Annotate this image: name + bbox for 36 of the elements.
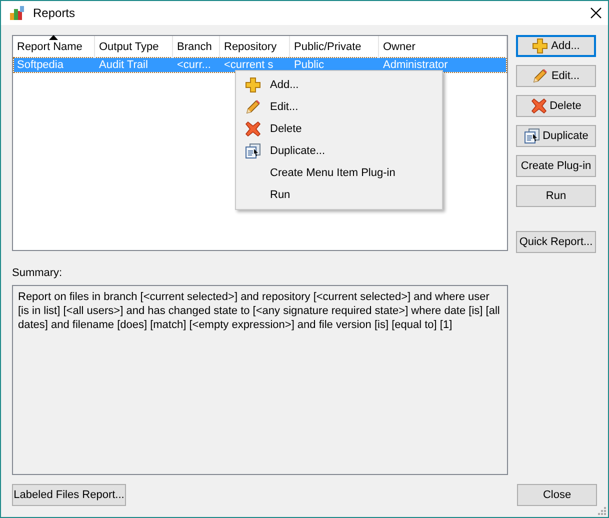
menu-item[interactable]: Edit...: [236, 96, 442, 118]
table-cell-text: <curr...: [176, 58, 212, 72]
action-button[interactable]: Edit...: [516, 65, 596, 87]
summary-label: Summary:: [12, 267, 64, 279]
duplicate-icon: [524, 128, 540, 144]
close-button[interactable]: Close: [517, 484, 597, 506]
table-cell-text: Public: [293, 58, 325, 72]
action-button[interactable]: Quick Report...: [516, 231, 596, 253]
labeled-files-report-button[interactable]: Labeled Files Report...: [12, 484, 126, 506]
action-button[interactable]: Run: [516, 185, 596, 207]
bar-chart-icon: [9, 5, 25, 21]
delete-icon: [530, 98, 547, 114]
action-button[interactable]: Duplicate: [516, 125, 596, 147]
action-button[interactable]: Add...: [516, 35, 596, 57]
table-cell-text: Administrator: [382, 58, 449, 72]
menu-item[interactable]: Create Menu Item Plug-in: [236, 162, 442, 184]
summary-text: Report on files in branch [<current selected>] and repository [<current selected>] and where user [is in list] [<all users>] and has changed state to [<any signature required state>] where date [is] [all dates] and filename [does] [match] [<empty expression>] and file version [is] [equal to] [1]: [12, 285, 508, 475]
resize-grip-icon[interactable]: [598, 507, 606, 515]
reports-list[interactable]: Report Name Output Type Branch Repository Public/Private Owner Softpedia Audit Trail <curr... <current s Public Administrator Add... Edit... Delete Duplicate... Create Menu Item Plug-in Run: [12, 35, 508, 251]
action-button[interactable]: Create Plug-in: [516, 155, 596, 177]
table-cell-text: Softpedia: [16, 58, 64, 72]
plus-icon: [532, 38, 548, 54]
pencil-icon: [245, 99, 261, 115]
table-cell-text: <current s: [223, 58, 274, 72]
action-button[interactable]: Delete: [516, 95, 596, 117]
window-title: Reports: [33, 6, 76, 20]
plus-icon: [245, 77, 261, 93]
menu-item[interactable]: Add...: [236, 74, 442, 96]
table-cell-text: Audit Trail: [98, 58, 149, 72]
menu-item[interactable]: Duplicate...: [236, 140, 442, 162]
pencil-icon: [532, 68, 548, 84]
menu-item[interactable]: Run: [236, 184, 442, 206]
close-icon[interactable]: [590, 7, 602, 19]
menu-item[interactable]: Delete: [236, 118, 442, 140]
delete-icon: [245, 121, 261, 137]
duplicate-icon: [245, 143, 261, 159]
